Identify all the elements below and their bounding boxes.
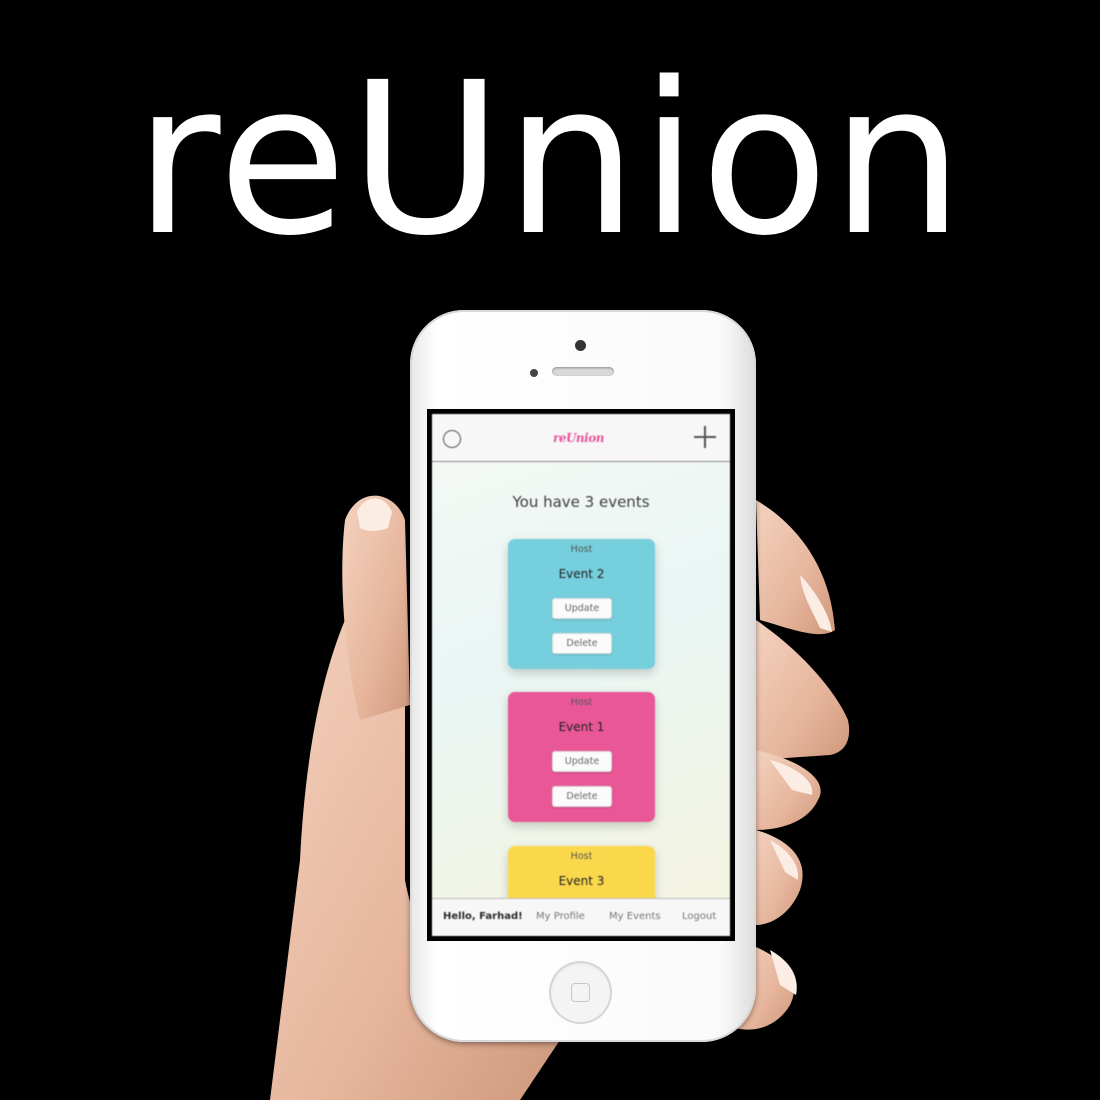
event-role: Host <box>570 697 593 708</box>
nav-my-events[interactable]: My Events <box>609 911 661 922</box>
plus-icon[interactable] <box>694 426 716 448</box>
sensor-icon <box>530 369 538 377</box>
camera-icon <box>575 340 586 351</box>
speaker-grille <box>552 367 614 376</box>
circle-menu-icon[interactable] <box>443 430 461 448</box>
events-count: You have 3 events <box>512 493 650 511</box>
event-card[interactable]: Host Event 2 Update Delete <box>508 539 655 669</box>
nav-my-profile[interactable]: My Profile <box>536 911 585 922</box>
event-role: Host <box>570 851 593 862</box>
event-title: Event 2 <box>558 567 605 581</box>
event-card[interactable]: Host Event 1 Update Delete <box>508 692 655 822</box>
event-title: Event 3 <box>558 874 605 888</box>
greeting-text: Hello, Farhad! <box>443 911 523 922</box>
bottom-nav: Hello, Farhad! My Profile My Events Logo… <box>432 898 730 936</box>
event-title: Event 1 <box>558 720 605 734</box>
app-view: reUnion You have 3 events Host Event 2 U… <box>432 414 730 936</box>
delete-button[interactable]: Delete <box>552 786 612 807</box>
home-button[interactable] <box>549 961 612 1024</box>
phone-screen: reUnion You have 3 events Host Event 2 U… <box>427 409 735 941</box>
nav-logout[interactable]: Logout <box>682 911 716 922</box>
delete-button[interactable]: Delete <box>552 633 612 654</box>
brand-logo-text: reUnion <box>553 431 604 445</box>
update-button[interactable]: Update <box>552 751 612 772</box>
event-role: Host <box>570 544 593 555</box>
update-button[interactable]: Update <box>552 598 612 619</box>
brand-logo[interactable]: reUnion <box>553 431 604 445</box>
app-header: reUnion <box>432 414 730 462</box>
